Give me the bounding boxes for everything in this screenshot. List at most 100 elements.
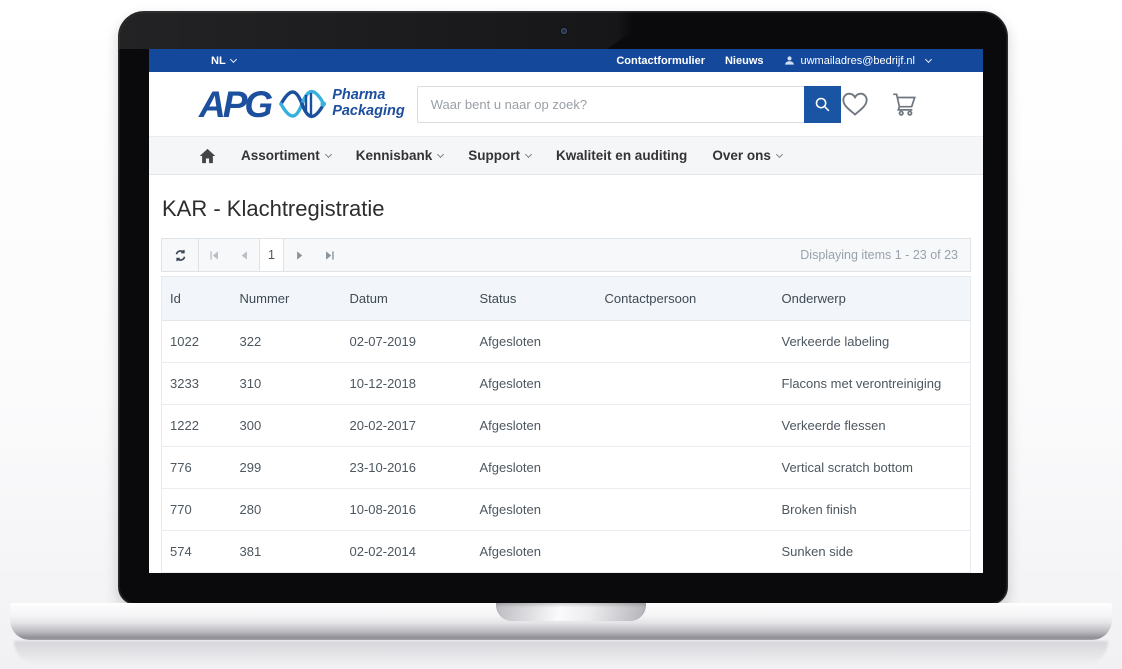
cell-datum: 20-02-2017 <box>342 405 472 447</box>
cell-datum: 02-02-2014 <box>342 531 472 573</box>
refresh-button[interactable] <box>162 239 199 271</box>
table-row[interactable]: 776 299 23-10-2016 Afgesloten Vertical s… <box>162 447 971 489</box>
first-page-icon <box>209 250 220 261</box>
nav-item-label: Kennisbank <box>356 148 433 163</box>
refresh-icon <box>173 248 188 263</box>
table-row[interactable]: 3233 310 10-12-2018 Afgesloten Flacons m… <box>162 363 971 405</box>
cell-id: 776 <box>162 447 232 489</box>
nav-item[interactable]: Assortiment <box>241 148 331 163</box>
nav-item[interactable]: Kwaliteit en auditing <box>556 148 687 163</box>
chevron-down-icon <box>230 56 237 63</box>
column-header[interactable]: Onderwerp <box>774 277 971 321</box>
cell-onderwerp: Sunken side <box>774 531 971 573</box>
search-button[interactable] <box>804 86 841 123</box>
complaints-grid: IdNummerDatumStatusContactpersoonOnderwe… <box>161 276 971 573</box>
laptop-base <box>10 603 1112 640</box>
table-row[interactable]: 574 381 02-02-2014 Afgesloten Sunken sid… <box>162 531 971 573</box>
last-page-button[interactable] <box>314 239 344 271</box>
header-icons <box>841 91 919 117</box>
nav-item[interactable]: Over ons <box>712 148 782 163</box>
laptop-lid: NL Contactformulier Nieuws uwmailadres@b… <box>118 11 1008 605</box>
dna-logo-icon <box>278 85 326 123</box>
chevron-down-icon <box>325 151 332 158</box>
cell-nummer: 299 <box>232 447 342 489</box>
search-icon <box>814 96 831 113</box>
cart-icon <box>891 91 919 117</box>
cell-status: Afgesloten <box>472 321 597 363</box>
webcam <box>561 28 567 34</box>
column-header[interactable]: Id <box>162 277 232 321</box>
chevron-down-icon <box>437 151 444 158</box>
language-label: NL <box>211 55 226 67</box>
nav-item[interactable]: Kennisbank <box>356 148 444 163</box>
table-row[interactable]: 1022 322 02-07-2019 Afgesloten Verkeerde… <box>162 321 971 363</box>
table-header-row: IdNummerDatumStatusContactpersoonOnderwe… <box>162 277 971 321</box>
cell-contactpersoon <box>597 321 774 363</box>
nav-item[interactable]: Support <box>468 148 531 163</box>
cell-status: Afgesloten <box>472 363 597 405</box>
photo-background: NL Contactformulier Nieuws uwmailadres@b… <box>0 0 1122 669</box>
logo-acronym: APG <box>199 86 270 123</box>
table-row[interactable]: 1222 300 20-02-2017 Afgesloten Verkeerde… <box>162 405 971 447</box>
nav-items: Assortiment Kennisbank Support <box>241 148 782 163</box>
cell-nummer: 280 <box>232 489 342 531</box>
chevron-down-icon <box>925 56 932 63</box>
page-content: KAR - Klachtregistratie <box>149 196 983 573</box>
cell-contactpersoon <box>597 405 774 447</box>
search-bar <box>417 86 841 123</box>
nav-item-label: Assortiment <box>241 148 320 163</box>
language-selector[interactable]: NL <box>211 55 236 67</box>
table-row[interactable]: 770 280 10-08-2016 Afgesloten Broken fin… <box>162 489 971 531</box>
cart-button[interactable] <box>891 91 919 117</box>
topbar-link-nieuws[interactable]: Nieuws <box>725 55 764 67</box>
wishlist-button[interactable] <box>841 91 869 117</box>
prev-page-button[interactable] <box>229 239 259 271</box>
first-page-button[interactable] <box>199 239 229 271</box>
nav-item-label: Support <box>468 148 520 163</box>
search-input[interactable] <box>417 86 804 123</box>
cell-onderwerp: Broken finish <box>774 489 971 531</box>
nav-item-label: Kwaliteit en auditing <box>556 148 687 163</box>
cell-nummer: 322 <box>232 321 342 363</box>
laptop-reflection <box>14 641 1108 665</box>
cell-nummer: 300 <box>232 405 342 447</box>
cell-id: 1022 <box>162 321 232 363</box>
cell-id: 770 <box>162 489 232 531</box>
next-page-button[interactable] <box>284 239 314 271</box>
cell-datum: 10-12-2018 <box>342 363 472 405</box>
cell-onderwerp: Vertical scratch bottom <box>774 447 971 489</box>
cell-datum: 10-08-2016 <box>342 489 472 531</box>
pager-status: Displaying items 1 - 23 of 23 <box>800 239 970 271</box>
browser-viewport: NL Contactformulier Nieuws uwmailadres@b… <box>149 49 983 573</box>
cell-contactpersoon <box>597 447 774 489</box>
table-body: 1022 322 02-07-2019 Afgesloten Verkeerde… <box>162 321 971 573</box>
cell-id: 574 <box>162 531 232 573</box>
logo-tagline-line2: Packaging <box>332 104 405 120</box>
nav-item-label: Over ons <box>712 148 771 163</box>
cell-contactpersoon <box>597 363 774 405</box>
column-header[interactable]: Nummer <box>232 277 342 321</box>
heart-icon <box>841 91 869 117</box>
column-header[interactable]: Status <box>472 277 597 321</box>
prev-page-icon <box>239 250 250 261</box>
cell-onderwerp: Verkeerde flessen <box>774 405 971 447</box>
cell-status: Afgesloten <box>472 489 597 531</box>
cell-status: Afgesloten <box>472 531 597 573</box>
nav-home[interactable] <box>199 148 216 164</box>
account-email: uwmailadres@bedrijf.nl <box>801 55 916 67</box>
cell-datum: 23-10-2016 <box>342 447 472 489</box>
cell-status: Afgesloten <box>472 405 597 447</box>
cell-onderwerp: Flacons met verontreiniging <box>774 363 971 405</box>
account-menu[interactable]: uwmailadres@bedrijf.nl <box>784 55 932 67</box>
chevron-down-icon <box>776 151 783 158</box>
cell-id: 3233 <box>162 363 232 405</box>
topbar-link-contactformulier[interactable]: Contactformulier <box>616 55 705 67</box>
column-header[interactable]: Contactpersoon <box>597 277 774 321</box>
site-logo[interactable]: APG Pharma Packaging <box>199 85 405 123</box>
cell-datum: 02-07-2019 <box>342 321 472 363</box>
cell-contactpersoon <box>597 489 774 531</box>
column-header[interactable]: Datum <box>342 277 472 321</box>
last-page-icon <box>324 250 335 261</box>
cell-contactpersoon <box>597 531 774 573</box>
page-title: KAR - Klachtregistratie <box>162 196 970 222</box>
